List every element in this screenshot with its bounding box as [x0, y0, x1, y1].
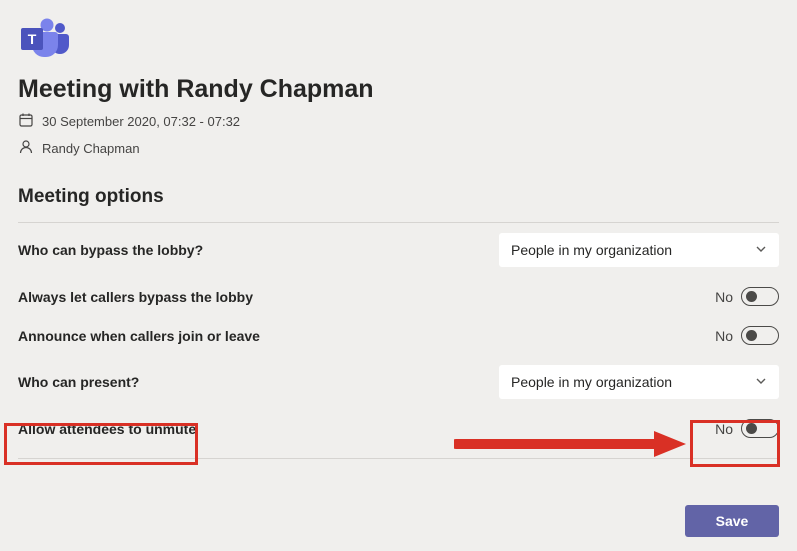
divider [18, 458, 779, 459]
meeting-organizer: Randy Chapman [42, 141, 140, 156]
option-label: Who can bypass the lobby? [18, 242, 483, 258]
option-label: Announce when callers join or leave [18, 328, 693, 344]
save-button[interactable]: Save [685, 505, 779, 537]
option-lobby-bypass: Who can bypass the lobby? People in my o… [18, 223, 779, 277]
present-select[interactable]: People in my organization [499, 365, 779, 399]
person-icon [18, 139, 34, 158]
callers-bypass-toggle[interactable] [741, 287, 779, 306]
svg-text:T: T [28, 31, 37, 47]
option-label: Allow attendees to unmute [18, 421, 693, 437]
calendar-icon [18, 112, 34, 131]
option-announce: Announce when callers join or leave No [18, 316, 779, 355]
option-label: Who can present? [18, 374, 483, 390]
toggle-value: No [715, 421, 733, 437]
meeting-organizer-row: Randy Chapman [18, 139, 779, 158]
select-value: People in my organization [511, 242, 672, 258]
meeting-datetime: 30 September 2020, 07:32 - 07:32 [42, 114, 240, 129]
meeting-title: Meeting with Randy Chapman [18, 75, 779, 104]
meeting-datetime-row: 30 September 2020, 07:32 - 07:32 [18, 112, 779, 131]
option-callers-bypass: Always let callers bypass the lobby No [18, 277, 779, 316]
toggle-value: No [715, 328, 733, 344]
chevron-down-icon [755, 374, 767, 390]
option-label: Always let callers bypass the lobby [18, 289, 693, 305]
option-present: Who can present? People in my organizati… [18, 355, 779, 409]
toggle-value: No [715, 289, 733, 305]
announce-toggle[interactable] [741, 326, 779, 345]
select-value: People in my organization [511, 374, 672, 390]
option-unmute: Allow attendees to unmute No [18, 409, 779, 448]
lobby-bypass-select[interactable]: People in my organization [499, 233, 779, 267]
chevron-down-icon [755, 242, 767, 258]
unmute-toggle[interactable] [741, 419, 779, 438]
section-title: Meeting options [18, 186, 779, 208]
teams-logo-icon: T [18, 18, 70, 63]
